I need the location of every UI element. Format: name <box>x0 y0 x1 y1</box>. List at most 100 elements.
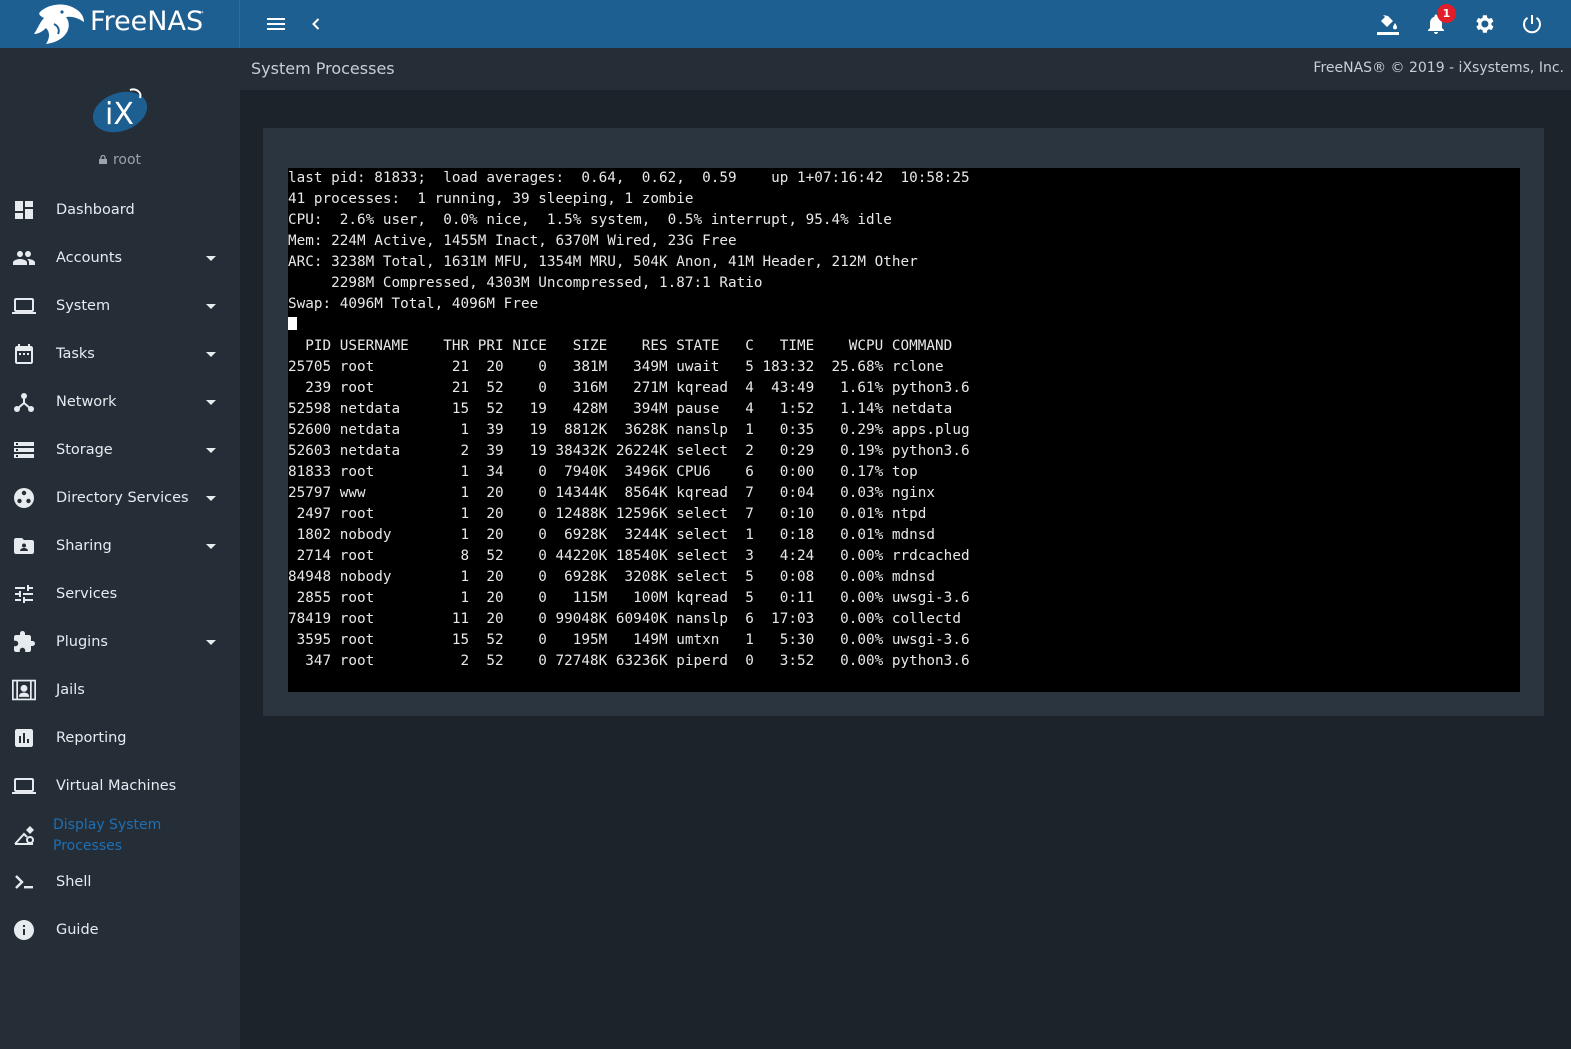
sidebar-item-services[interactable]: Services <box>0 572 240 616</box>
expand-caret-icon <box>206 447 216 453</box>
notification-count-badge: 1 <box>1437 4 1456 23</box>
sidebar-item-jails[interactable]: Jails <box>0 668 240 712</box>
terminal-line: PID USERNAME THR PRI NICE SIZE RES STATE… <box>288 338 953 354</box>
terminal-line: 2298M Compressed, 4303M Uncompressed, 1.… <box>288 275 763 291</box>
terminal-cursor <box>288 317 297 330</box>
sidebar-item-network[interactable]: Network <box>0 380 240 424</box>
terminal-line: 52603 netdata 2 39 19 38432K 26224K sele… <box>288 443 970 459</box>
terminal-line: 25705 root 21 20 0 381M 349M uwait 5 183… <box>288 359 944 375</box>
current-user: root <box>0 152 240 168</box>
terminal-line: 52600 netdata 1 39 19 8812K 3628K nanslp… <box>288 422 970 438</box>
sidebar-item-label: Services <box>56 586 118 602</box>
sidebar-item-sharing[interactable]: Sharing <box>0 524 240 568</box>
sidebar-item-label: Directory Services <box>56 490 189 506</box>
top-bar: FreeNAS ™ 1 <box>0 0 1571 48</box>
sidebar-item-system[interactable]: System <box>0 284 240 328</box>
sidebar-item-label: Network <box>56 394 117 410</box>
sidebar-item-label: Dashboard <box>56 202 135 218</box>
expand-caret-icon <box>206 639 216 645</box>
sidebar-item-label: Storage <box>56 442 113 458</box>
sidebar-item-label: Display System Processes <box>53 815 161 857</box>
sidebar-item-label: Accounts <box>56 250 123 266</box>
sidebar-item-guide[interactable]: Guide <box>0 908 240 952</box>
sidebar-item-label: Guide <box>56 922 99 938</box>
terminal-line: 52598 netdata 15 52 19 428M 394M pause 4… <box>288 401 953 417</box>
expand-caret-icon <box>206 303 216 309</box>
sidebar-item-label: Shell <box>56 874 92 890</box>
gear-icon[interactable] <box>1472 12 1496 36</box>
accounts-icon <box>13 251 35 265</box>
expand-caret-icon <box>206 495 216 501</box>
terminal-line <box>288 315 1520 336</box>
terminal-line: ARC: 3238M Total, 1631M MFU, 1354M MRU, … <box>288 254 918 270</box>
laptop-icon <box>12 298 36 314</box>
sidebar-item-label: Plugins <box>56 634 108 650</box>
page-title: System Processes <box>251 59 395 78</box>
terminal-line: CPU: 2.6% user, 0.0% nice, 1.5% system, … <box>288 212 892 228</box>
sidebar-item-directory-services[interactable]: Directory Services <box>0 476 240 520</box>
sidebar-item-label-line2: Processes <box>53 838 123 854</box>
laptop-icon <box>12 778 36 794</box>
terminal-line: Mem: 224M Active, 1455M Inact, 6370M Wir… <box>288 233 737 249</box>
chart-icon <box>15 729 33 747</box>
paint-bucket-icon[interactable] <box>1376 12 1400 36</box>
dashboard-icon <box>15 201 33 219</box>
expand-caret-icon <box>206 543 216 549</box>
brand[interactable]: FreeNAS ™ <box>0 0 240 48</box>
page-header: System Processes FreeNAS® © 2019 - iXsys… <box>240 48 1571 90</box>
top-output-terminal[interactable]: last pid: 81833; load averages: 0.64, 0.… <box>288 168 1520 692</box>
sidebar-item-reporting[interactable]: Reporting <box>0 716 240 760</box>
terminal-line: 2714 root 8 52 0 44220K 18540K select 3 … <box>288 548 970 564</box>
info-icon <box>14 920 34 940</box>
terminal-line: 239 root 21 52 0 316M 271M kqread 4 43:4… <box>288 380 970 396</box>
terminal-line: 2497 root 1 20 0 12488K 12596K select 7 … <box>288 506 927 522</box>
sidebar-item-label: Tasks <box>56 346 95 362</box>
sidebar-item-label-line1: Display System <box>53 817 162 833</box>
network-icon <box>14 393 34 412</box>
sidebar-item-label: Virtual Machines <box>56 778 177 794</box>
terminal-line: 81833 root 1 34 0 7940K 3496K CPU6 6 0:0… <box>288 464 918 480</box>
sidebar-item-tasks[interactable]: Tasks <box>0 332 240 376</box>
sidebar-item-plugins[interactable]: Plugins <box>0 620 240 664</box>
folder-share-icon <box>14 538 34 554</box>
menu-icon[interactable] <box>264 12 288 36</box>
terminal-line: 3595 root 15 52 0 195M 149M umtxn 1 5:30… <box>288 632 970 648</box>
sidebar-item-storage[interactable]: Storage <box>0 428 240 472</box>
sidebar-item-label: System <box>56 298 111 314</box>
puzzle-icon <box>14 631 35 652</box>
sidebar-item-display-system-processes[interactable]: Display System Processes <box>0 812 240 860</box>
sidebar-item-shell[interactable]: Shell <box>0 860 240 904</box>
power-icon[interactable] <box>1520 12 1544 36</box>
calendar-icon <box>15 344 33 364</box>
lock-icon <box>98 155 107 164</box>
terminal-line: 84948 nobody 1 20 0 6928K 3208K select 5… <box>288 569 936 585</box>
terminal-line: Swap: 4096M Total, 4096M Free <box>288 296 539 312</box>
brand-name: FreeNAS <box>90 6 204 37</box>
freenas-shark-logo-icon <box>34 4 84 45</box>
console-icon <box>15 875 33 889</box>
jail-icon <box>12 679 36 701</box>
processes-icon <box>14 826 34 845</box>
terminal-line: 78419 root 11 20 0 99048K 60940K nanslp … <box>288 611 961 627</box>
terminal-line: 25797 www 1 20 0 14344K 8564K kqread 7 0… <box>288 485 936 501</box>
expand-caret-icon <box>206 255 216 261</box>
sidebar-item-accounts[interactable]: Accounts <box>0 236 240 280</box>
storage-icon <box>14 442 34 458</box>
sidebar-item-dashboard[interactable]: Dashboard <box>0 188 240 232</box>
sidebar-item-virtual-machines[interactable]: Virtual Machines <box>0 764 240 808</box>
copyright: FreeNAS® © 2019 - iXsystems, Inc. <box>1313 60 1564 76</box>
sidebar-item-label: Reporting <box>56 730 127 746</box>
brand-trademark: ™ <box>197 10 205 19</box>
sidebar: iX root Dashboard Accounts System Tasks … <box>0 48 240 1049</box>
terminal-line: 347 root 2 52 0 72748K 63236K piperd 0 3… <box>288 653 970 669</box>
terminal-line: 1802 nobody 1 20 0 6928K 3244K select 1 … <box>288 527 936 543</box>
sidebar-item-label: Jails <box>56 682 85 698</box>
expand-caret-icon <box>206 351 216 357</box>
directory-icon <box>14 488 34 508</box>
terminal-line: last pid: 81833; load averages: 0.64, 0.… <box>288 170 970 186</box>
sidebar-item-label: Sharing <box>56 538 112 554</box>
chevron-left-icon[interactable] <box>304 12 328 36</box>
terminal-line: 41 processes: 1 running, 39 sleeping, 1 … <box>288 191 694 207</box>
terminal-line: 2855 root 1 20 0 115M 100M kqread 5 0:11… <box>288 590 970 606</box>
expand-caret-icon <box>206 399 216 405</box>
